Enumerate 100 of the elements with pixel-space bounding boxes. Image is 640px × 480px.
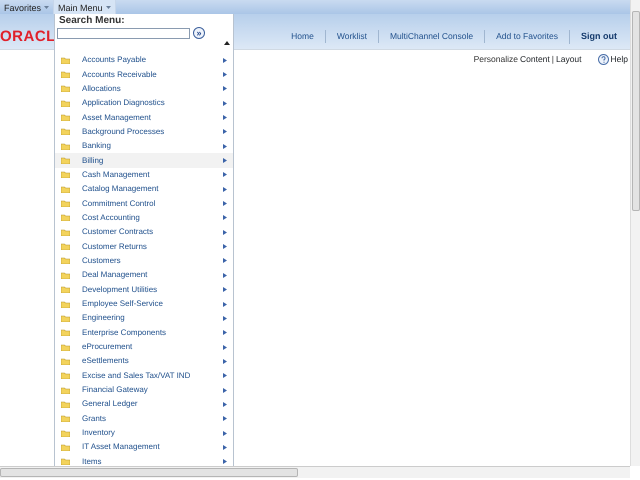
separator-text: | xyxy=(552,53,554,66)
menu-item[interactable]: Financial Gateway xyxy=(55,382,233,398)
submenu-arrow-icon xyxy=(223,230,227,235)
menu-item-label: Background Processes xyxy=(82,128,166,136)
menu-item[interactable]: Deal Management xyxy=(55,268,233,282)
menu-item-label: Application Diagnostics xyxy=(82,99,166,108)
menu-item[interactable]: Customer Returns xyxy=(55,239,233,254)
submenu-arrow-icon xyxy=(223,144,227,149)
header-link[interactable]: MultiChannel Console xyxy=(378,30,484,44)
submenu-arrow-icon xyxy=(223,272,227,278)
search-field[interactable] xyxy=(57,28,190,38)
scroll-thumb[interactable] xyxy=(0,468,298,477)
menu-item[interactable]: Banking xyxy=(55,139,233,154)
menu-item-label: Development Utilities xyxy=(82,286,158,294)
submenu-arrow-icon xyxy=(223,388,227,393)
header-link[interactable]: Sign out xyxy=(569,30,628,44)
submenu-arrow-icon xyxy=(223,186,227,192)
submenu-arrow-icon xyxy=(223,100,227,106)
help-icon[interactable] xyxy=(598,54,609,65)
menu-item-label: Allocations xyxy=(82,84,122,93)
menu-item[interactable]: Inventory xyxy=(55,426,233,440)
menu-item[interactable]: Cost Accounting xyxy=(55,210,233,226)
submenu-arrow-icon xyxy=(223,402,227,407)
submenu-arrow-icon xyxy=(223,244,227,250)
scroll-up-icon[interactable] xyxy=(224,41,230,45)
submenu-arrow-icon xyxy=(223,316,227,321)
menu-item-label: Commitment Control xyxy=(82,200,156,208)
submenu-arrow-icon xyxy=(223,430,227,436)
content-link[interactable]: Content xyxy=(520,53,550,66)
submenu-arrow-icon xyxy=(223,158,227,164)
menu-item[interactable]: IT Asset Management xyxy=(55,440,233,455)
menu-item-label: Cost Accounting xyxy=(82,214,141,222)
menu-item[interactable]: Asset Management xyxy=(55,110,233,125)
submenu-arrow-icon xyxy=(223,115,227,120)
menu-item-label: Financial Gateway xyxy=(82,386,149,394)
menu-item-label: Grants xyxy=(82,414,108,423)
submenu-arrow-icon xyxy=(223,302,227,307)
menu-item-label: Accounts Payable xyxy=(82,56,148,64)
search-go-button[interactable]: » xyxy=(193,27,205,39)
menu-item[interactable]: Grants xyxy=(55,412,233,426)
menu-item[interactable]: Allocations xyxy=(55,82,233,96)
menu-item[interactable]: General Ledger xyxy=(55,397,233,412)
submenu-arrow-icon xyxy=(223,72,227,78)
menu-item[interactable]: Engineering xyxy=(55,311,233,326)
menu-item[interactable]: Application Diagnostics xyxy=(55,96,233,110)
menu-item-label: Excise and Sales Tax/VAT IND xyxy=(82,372,192,380)
search-menu-label: Search Menu: xyxy=(58,14,126,27)
layout-link[interactable]: Layout xyxy=(556,53,582,66)
personalize-label: Personalize xyxy=(474,53,518,66)
menu-item[interactable]: Accounts Receivable xyxy=(55,67,233,82)
menu-item-label: Customer Returns xyxy=(82,242,148,251)
menu-item-label: Engineering xyxy=(82,314,126,322)
menu-item-label: Customer Contracts xyxy=(82,228,154,236)
submenu-arrow-icon xyxy=(223,459,227,464)
help-link[interactable]: Help xyxy=(610,53,628,66)
menu-item[interactable]: Enterprise Components xyxy=(55,326,233,340)
menu-item-label: eProcurement xyxy=(82,343,134,352)
menu-item-label: Billing xyxy=(82,156,104,165)
menu-item-label: Enterprise Components xyxy=(82,328,168,337)
submenu-arrow-icon xyxy=(223,258,227,264)
menu-item[interactable]: Development Utilities xyxy=(55,282,233,297)
caret-icon xyxy=(106,6,111,9)
scroll-thumb[interactable] xyxy=(632,11,640,211)
header-link[interactable]: Worklist xyxy=(324,30,378,44)
submenu-arrow-icon xyxy=(223,344,227,350)
header-link[interactable]: Add to Favorites xyxy=(484,30,569,44)
menu-item-label: Items xyxy=(82,458,103,466)
menu-item[interactable]: Excise and Sales Tax/VAT IND xyxy=(55,368,233,383)
submenu-arrow-icon xyxy=(223,201,227,206)
menu-item[interactable]: eSettlements xyxy=(55,354,233,369)
menu-item[interactable]: Employee Self-Service xyxy=(55,296,233,312)
submenu-arrow-icon xyxy=(223,58,227,63)
menu-item-label: Employee Self-Service xyxy=(82,300,164,308)
submenu-arrow-icon xyxy=(223,172,227,178)
horizontal-scrollbar[interactable] xyxy=(0,466,630,478)
menu-item[interactable]: Cash Management xyxy=(55,168,233,182)
menu-item[interactable]: Accounts Payable xyxy=(55,53,233,68)
menu-item[interactable]: Items xyxy=(55,454,233,467)
vertical-scrollbar[interactable] xyxy=(630,0,640,466)
menu-tab[interactable]: Main Menu xyxy=(54,0,116,14)
menu-item-label: General Ledger xyxy=(82,400,139,408)
submenu-arrow-icon xyxy=(223,129,227,134)
menu-item-label: eSettlements xyxy=(82,357,130,366)
menu-item[interactable]: Commitment Control xyxy=(55,196,233,211)
menu-item-label: Catalog Management xyxy=(82,185,160,194)
menu-item[interactable]: eProcurement xyxy=(55,340,233,354)
menu-item[interactable]: Catalog Management xyxy=(55,182,233,196)
submenu-arrow-icon xyxy=(223,330,227,336)
submenu-arrow-icon xyxy=(223,287,227,292)
menu-item-label: Accounts Receivable xyxy=(82,70,158,79)
submenu-arrow-icon xyxy=(223,86,227,92)
menu-item-label: Cash Management xyxy=(82,170,151,179)
logo: ORACL xyxy=(0,29,56,44)
menu-item-label: Customers xyxy=(82,256,122,265)
submenu-arrow-icon xyxy=(223,444,227,450)
menu-item[interactable]: Customers xyxy=(55,254,233,268)
menu-item[interactable]: Background Processes xyxy=(55,124,233,140)
menu-item[interactable]: Billing xyxy=(55,153,233,168)
header-link[interactable]: Home xyxy=(280,30,325,44)
menu-item[interactable]: Customer Contracts xyxy=(55,225,233,240)
